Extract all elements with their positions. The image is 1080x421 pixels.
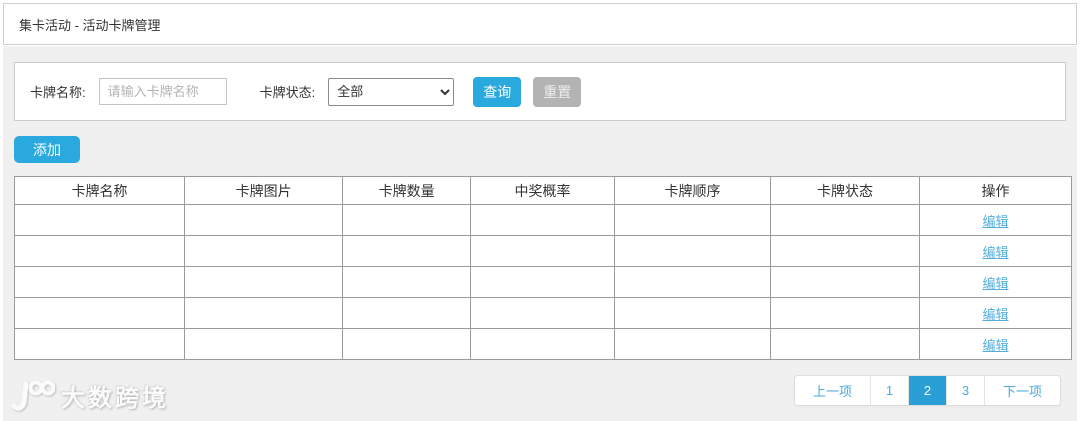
header-actions: 操作: [918, 176, 1073, 205]
header-card-quantity: 卡牌数量: [342, 176, 471, 205]
cell-card-quantity: [342, 297, 471, 329]
cell-card-name: [13, 297, 186, 329]
pagination-page-2-active[interactable]: 2: [907, 376, 946, 405]
cell-card-order: [613, 204, 771, 236]
cell-actions: 编辑: [918, 328, 1073, 360]
edit-link[interactable]: 编辑: [982, 214, 1008, 229]
cell-actions: 编辑: [918, 297, 1073, 329]
cell-card-name: [13, 204, 186, 236]
table-row: 编辑: [13, 204, 1073, 236]
table-row: 编辑: [13, 328, 1073, 360]
card-name-label: 卡牌名称:: [30, 85, 86, 100]
cell-actions: 编辑: [918, 266, 1073, 298]
cell-card-image: [184, 204, 344, 236]
table-header-row: 卡牌名称 卡牌图片 卡牌数量 中奖概率 卡牌顺序 卡牌状态 操作: [13, 176, 1073, 205]
cell-win-probability: [470, 235, 615, 267]
cell-card-name: [13, 328, 186, 360]
cell-card-quantity: [342, 328, 471, 360]
cell-card-status: [769, 235, 920, 267]
cell-card-image: [184, 266, 344, 298]
cell-card-name: [13, 235, 186, 267]
edit-link[interactable]: 编辑: [982, 338, 1008, 353]
header-card-status: 卡牌状态: [769, 176, 920, 205]
cell-card-order: [613, 328, 771, 360]
cell-win-probability: [470, 328, 615, 360]
cell-card-status: [769, 328, 920, 360]
header-card-order: 卡牌顺序: [613, 176, 771, 205]
header-card-image: 卡牌图片: [184, 176, 344, 205]
cell-actions: 编辑: [918, 204, 1073, 236]
cell-win-probability: [470, 204, 615, 236]
edit-link[interactable]: 编辑: [982, 245, 1008, 260]
search-button[interactable]: 查询: [473, 76, 522, 107]
breadcrumb: 集卡活动 - 活动卡牌管理: [19, 17, 161, 33]
content-area: 卡牌名称: 卡牌状态: 全部 查询 重置 添加 卡牌名称 卡牌图片 卡牌数量 中…: [3, 46, 1077, 421]
cell-card-image: [184, 235, 344, 267]
reset-button[interactable]: 重置: [533, 76, 582, 107]
cell-card-quantity: [342, 266, 471, 298]
add-button[interactable]: 添加: [14, 136, 80, 163]
cell-card-status: [769, 204, 920, 236]
cell-card-name: [13, 266, 186, 298]
pagination-page-3[interactable]: 3: [945, 376, 984, 405]
pagination-bar: 上一项 1 2 3 下一项: [14, 375, 1061, 406]
card-name-input[interactable]: [98, 78, 227, 105]
breadcrumb-bar: 集卡活动 - 活动卡牌管理: [3, 3, 1077, 45]
cell-card-order: [613, 266, 771, 298]
edit-link[interactable]: 编辑: [982, 307, 1008, 322]
pagination-next-button[interactable]: 下一项: [983, 376, 1060, 405]
edit-link[interactable]: 编辑: [982, 276, 1008, 291]
filter-panel: 卡牌名称: 卡牌状态: 全部 查询 重置: [14, 62, 1066, 121]
card-status-select[interactable]: 全部: [328, 77, 455, 106]
page: 集卡活动 - 活动卡牌管理 卡牌名称: 卡牌状态: 全部 查询 重置 添加 卡牌…: [0, 0, 1080, 421]
header-card-name: 卡牌名称: [13, 176, 186, 205]
card-table: 卡牌名称 卡牌图片 卡牌数量 中奖概率 卡牌顺序 卡牌状态 操作 编辑 编辑 编…: [13, 176, 1073, 360]
table-row: 编辑: [13, 297, 1073, 329]
cell-win-probability: [470, 297, 615, 329]
pagination-page-1[interactable]: 1: [869, 376, 908, 405]
cell-actions: 编辑: [918, 235, 1073, 267]
pagination-prev-button[interactable]: 上一项: [794, 376, 870, 405]
cell-card-status: [769, 266, 920, 298]
cell-card-status: [769, 297, 920, 329]
cell-card-quantity: [342, 235, 471, 267]
header-win-probability: 中奖概率: [470, 176, 615, 205]
cell-card-order: [613, 297, 771, 329]
cell-card-image: [184, 328, 344, 360]
cell-card-order: [613, 235, 771, 267]
table-row: 编辑: [13, 266, 1073, 298]
card-status-label: 卡牌状态:: [259, 85, 316, 100]
cell-win-probability: [470, 266, 615, 298]
table-row: 编辑: [13, 235, 1073, 267]
cell-card-quantity: [342, 204, 471, 236]
pagination: 上一项 1 2 3 下一项: [793, 375, 1061, 406]
cell-card-image: [184, 297, 344, 329]
